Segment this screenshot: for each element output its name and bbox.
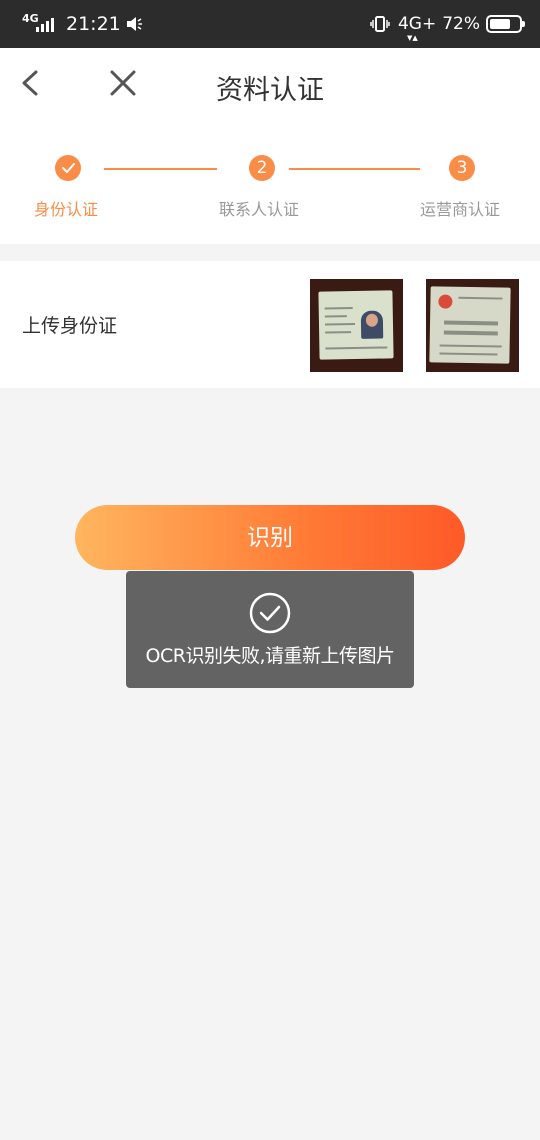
header: 资料认证 2 3 身份认证 联系人认证 运营商认证 bbox=[0, 48, 540, 244]
status-left: 4G 21:21 bbox=[22, 11, 143, 37]
cellular-signal-icon: 4G bbox=[22, 12, 54, 36]
step-2-label: 联系人认证 bbox=[219, 200, 300, 219]
network-type-label: 4G+ bbox=[397, 14, 437, 34]
step-connector-1 bbox=[104, 168, 217, 170]
vibrate-icon bbox=[370, 16, 390, 32]
upload-id-card-row: 上传身份证 bbox=[0, 261, 540, 388]
upload-label: 上传身份证 bbox=[22, 315, 118, 337]
status-time: 21:21 bbox=[66, 13, 121, 35]
id-card-back-image[interactable] bbox=[426, 279, 519, 372]
network-type-4g-plus: 4G+ ▼▲ bbox=[397, 14, 437, 42]
volume-icon bbox=[126, 17, 142, 31]
status-bar: 4G 21:21 4G+ ▼▲ 72% bbox=[0, 0, 540, 48]
step-2-circle: 2 bbox=[249, 155, 275, 181]
portrait-photo bbox=[360, 310, 384, 339]
step-connector-2 bbox=[289, 168, 420, 170]
step-3-label: 运营商认证 bbox=[420, 200, 501, 219]
status-right: 4G+ ▼▲ 72% bbox=[370, 11, 525, 42]
check-icon bbox=[62, 163, 75, 173]
id-card-front-image[interactable] bbox=[310, 279, 403, 372]
check-circle-icon bbox=[249, 592, 291, 634]
data-arrows-icon: ▼▲ bbox=[406, 34, 418, 42]
page-title: 资料认证 bbox=[216, 75, 324, 106]
recognize-button[interactable]: 识别 bbox=[75, 505, 465, 570]
toast-message: OCR识别失败,请重新上传图片 bbox=[126, 571, 414, 688]
step-3-circle: 3 bbox=[449, 155, 475, 181]
emblem-icon bbox=[438, 294, 453, 309]
toast-text: OCR识别失败,请重新上传图片 bbox=[145, 645, 395, 667]
battery-icon bbox=[486, 15, 525, 33]
step-1-label: 身份认证 bbox=[34, 200, 99, 219]
step-1-circle bbox=[55, 155, 81, 181]
battery-percent: 72% bbox=[442, 14, 480, 34]
